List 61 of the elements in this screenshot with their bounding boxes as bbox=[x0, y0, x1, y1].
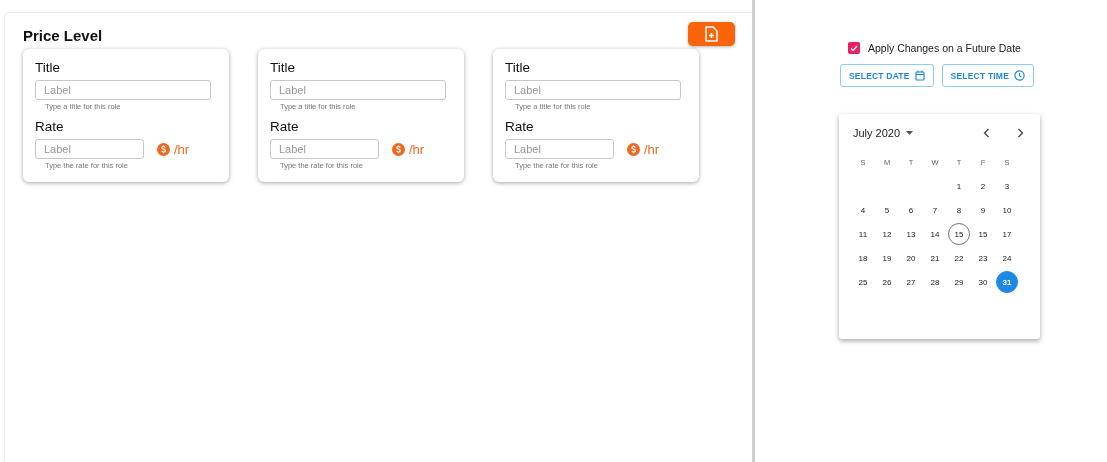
calendar-day[interactable]: 23 bbox=[972, 247, 994, 269]
rate-field[interactable]: Label bbox=[505, 139, 614, 159]
rate-label: Rate bbox=[505, 119, 534, 134]
calendar-day[interactable]: 1 bbox=[948, 175, 970, 197]
calendar-day[interactable]: 25 bbox=[852, 271, 874, 293]
calendar-day[interactable]: 7 bbox=[924, 199, 946, 221]
dollar-icon bbox=[392, 142, 405, 156]
calendar-day[interactable]: 12 bbox=[876, 223, 898, 245]
dollar-icon bbox=[157, 142, 170, 156]
checkbox[interactable] bbox=[848, 42, 860, 54]
select-time-button[interactable]: SELECT TIME bbox=[941, 64, 1034, 87]
calendar-day[interactable]: 14 bbox=[924, 223, 946, 245]
rate-field[interactable]: Label bbox=[35, 139, 144, 159]
calendar-day[interactable]: 13 bbox=[900, 223, 922, 245]
calendar-day[interactable]: 3 bbox=[996, 175, 1018, 197]
calendar-day[interactable]: 30 bbox=[972, 271, 994, 293]
calendar-day[interactable]: 17 bbox=[996, 223, 1018, 245]
calendar-day[interactable]: 11 bbox=[852, 223, 874, 245]
calendar-day[interactable]: 31 bbox=[996, 271, 1018, 293]
calendar-day[interactable]: 21 bbox=[924, 247, 946, 269]
select-date-button[interactable]: SELECT DATE bbox=[840, 64, 934, 87]
rate-field[interactable]: Label bbox=[270, 139, 379, 159]
rate-label: Rate bbox=[35, 119, 64, 134]
calendar-day[interactable]: 22 bbox=[948, 247, 970, 269]
calendar-day[interactable]: 2 bbox=[972, 175, 994, 197]
calendar-day[interactable]: 26 bbox=[876, 271, 898, 293]
calendar-day[interactable]: 15 bbox=[972, 223, 994, 245]
calendar-day[interactable]: 20 bbox=[900, 247, 922, 269]
calendar-icon bbox=[914, 70, 925, 81]
dollar-icon bbox=[627, 142, 640, 156]
calendar-day[interactable]: 18 bbox=[852, 247, 874, 269]
calendar-day[interactable]: 10 bbox=[996, 199, 1018, 221]
calendar-day[interactable]: 8 bbox=[948, 199, 970, 221]
add-document-icon bbox=[705, 26, 718, 42]
dropdown-caret-icon[interactable] bbox=[906, 131, 914, 135]
rate-label: Rate bbox=[270, 119, 299, 134]
title-field[interactable]: Label bbox=[270, 80, 446, 100]
title-field[interactable]: Label bbox=[35, 80, 211, 100]
panel-title: Price Level bbox=[23, 27, 103, 44]
next-month-icon[interactable] bbox=[1017, 128, 1024, 138]
title-label: Title bbox=[35, 60, 60, 75]
calendar-day[interactable]: 6 bbox=[900, 199, 922, 221]
add-document-button[interactable] bbox=[688, 22, 735, 46]
calendar-day[interactable]: 29 bbox=[948, 271, 970, 293]
calendar-day[interactable]: 27 bbox=[900, 271, 922, 293]
checkbox-label: Apply Changes on a Future Date bbox=[868, 42, 1021, 54]
calendar-day[interactable]: 9 bbox=[972, 199, 994, 221]
calendar-day[interactable]: 28 bbox=[924, 271, 946, 293]
calendar-day[interactable]: 4 bbox=[852, 199, 874, 221]
calendar-day[interactable]: 24 bbox=[996, 247, 1018, 269]
rate-unit: /hr bbox=[644, 141, 660, 157]
month-label[interactable]: July 2020 bbox=[853, 127, 901, 139]
previous-month-icon[interactable] bbox=[983, 128, 990, 138]
title-label: Title bbox=[270, 60, 295, 75]
calendar-day[interactable]: 5 bbox=[876, 199, 898, 221]
clock-icon bbox=[1014, 70, 1025, 81]
rate-unit: /hr bbox=[174, 141, 190, 157]
title-field[interactable]: Label bbox=[505, 80, 681, 100]
calendar-day[interactable]: 19 bbox=[876, 247, 898, 269]
title-label: Title bbox=[505, 60, 530, 75]
rate-unit: /hr bbox=[409, 141, 425, 157]
